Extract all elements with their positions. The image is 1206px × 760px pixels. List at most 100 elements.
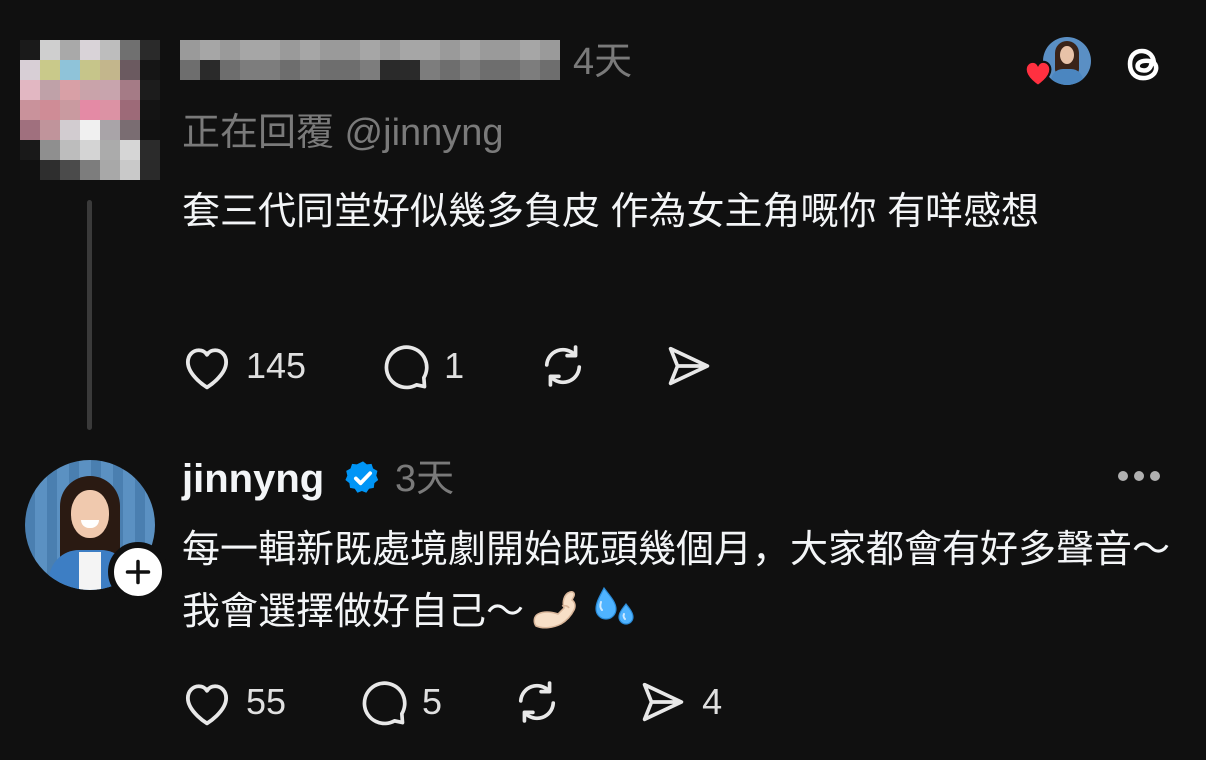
- dot-icon: [1134, 471, 1144, 481]
- like-count: 145: [246, 345, 307, 386]
- username-pixel: [380, 40, 400, 60]
- username-pixel: [300, 40, 320, 60]
- verified-badge-icon: [345, 461, 379, 493]
- avatar-pixel: [100, 140, 120, 160]
- avatar-pixel: [40, 120, 60, 140]
- follow-button[interactable]: [108, 542, 168, 602]
- avatar-pixel: [20, 80, 40, 100]
- username-pixel: [180, 60, 200, 80]
- reply-button[interactable]: 5: [356, 676, 442, 728]
- repost-button[interactable]: [510, 676, 564, 728]
- heart-badge-icon: [1024, 60, 1052, 88]
- post1-actions: 145 1: [180, 340, 716, 392]
- avatar-pixel: [60, 140, 80, 160]
- plus-icon: [125, 559, 151, 585]
- avatar-pixel: [140, 140, 160, 160]
- username-pixel: [520, 60, 540, 80]
- repost-icon: [545, 345, 582, 387]
- avatar-pixel: [20, 100, 40, 120]
- user-avatar-pixelated[interactable]: [20, 40, 160, 180]
- replying-to-label[interactable]: 正在回覆 @jinnyng: [182, 108, 504, 158]
- username-pixel: [180, 40, 200, 60]
- username-pixel: [460, 40, 480, 60]
- avatar-pixel: [60, 60, 80, 80]
- username-pixel: [340, 60, 360, 80]
- avatar-pixel: [100, 80, 120, 100]
- threads-logo-icon[interactable]: [1117, 38, 1169, 90]
- username-pixel: [480, 40, 500, 60]
- username-pixel: [500, 40, 520, 60]
- username-pixel: [360, 60, 380, 80]
- username-pixel: [460, 60, 480, 80]
- post-timestamp: 3天: [395, 458, 455, 500]
- heart-icon: [185, 684, 229, 726]
- username-pixel: [380, 60, 400, 80]
- username-pixel: [360, 40, 380, 60]
- avatar-pixel: [120, 100, 140, 120]
- avatar-pixel: [40, 100, 60, 120]
- username-pixel: [400, 60, 420, 80]
- more-options-button[interactable]: [1118, 471, 1160, 481]
- username-pixel: [240, 60, 260, 80]
- username-pixel: [220, 60, 240, 80]
- username-pixel: [280, 60, 300, 80]
- username-pixel: [240, 40, 260, 60]
- avatar-pixel: [80, 40, 100, 60]
- like-button[interactable]: 55: [180, 677, 286, 727]
- username-pixel: [260, 60, 280, 80]
- avatar-pixel: [80, 140, 100, 160]
- avatar-pixel: [80, 100, 100, 120]
- avatar-pixel: [100, 60, 120, 80]
- username-pixel: [440, 40, 460, 60]
- send-icon: [668, 346, 710, 386]
- avatar-pixel: [20, 60, 40, 80]
- username-pixel: [260, 40, 280, 60]
- username-pixel: [540, 40, 560, 60]
- username-pixel: [520, 40, 540, 60]
- avatar-pixel: [40, 140, 60, 160]
- comment-icon: [384, 345, 429, 390]
- share-button[interactable]: 4: [636, 676, 722, 728]
- post-text: 每一輯新既處境劇開始既頭幾個月，大家都會有好多聲音～ 我會選擇做好自己～: [182, 520, 1182, 642]
- dot-icon: [1150, 471, 1160, 481]
- avatar-pixel: [60, 40, 80, 60]
- comment-icon: [362, 681, 407, 726]
- share-count: 4: [702, 681, 723, 722]
- username-pixelated[interactable]: [180, 40, 560, 80]
- thread-connector-line: [87, 200, 92, 430]
- avatar-pixel: [40, 160, 60, 180]
- heart-icon: [185, 348, 229, 390]
- avatar-pixel: [120, 160, 140, 180]
- username-pixel: [400, 40, 420, 60]
- post-timestamp: 4天: [573, 41, 633, 83]
- reply-button[interactable]: 1: [378, 340, 464, 392]
- avatar-pixel: [80, 80, 100, 100]
- repost-icon: [518, 681, 556, 723]
- reply-count: 1: [444, 345, 465, 386]
- avatar-pixel: [140, 40, 160, 60]
- avatar-pixel: [120, 140, 140, 160]
- avatar-pixel: [120, 120, 140, 140]
- username-pixel: [320, 40, 340, 60]
- avatar-pixel: [20, 120, 40, 140]
- share-button[interactable]: [662, 340, 716, 392]
- avatar-pixel: [20, 40, 40, 60]
- sweat-droplets-icon: [595, 586, 634, 625]
- like-count: 55: [246, 681, 287, 722]
- repost-button[interactable]: [536, 340, 590, 392]
- reply-count: 5: [422, 681, 443, 722]
- post2-actions: 55 5 4: [180, 676, 722, 728]
- flexed-biceps-icon: [533, 591, 576, 629]
- avatar-pixel: [120, 40, 140, 60]
- avatar-pixel: [100, 120, 120, 140]
- avatar-pixel: [80, 160, 100, 180]
- avatar-pixel: [100, 160, 120, 180]
- avatar-pixel: [100, 100, 120, 120]
- username-pixel: [220, 40, 240, 60]
- username-pixel: [340, 40, 360, 60]
- post-username[interactable]: jinnyng: [182, 452, 324, 506]
- like-button[interactable]: 145: [180, 341, 306, 391]
- avatar-pixel: [40, 40, 60, 60]
- avatar-pixel: [60, 80, 80, 100]
- avatar-pixel: [40, 80, 60, 100]
